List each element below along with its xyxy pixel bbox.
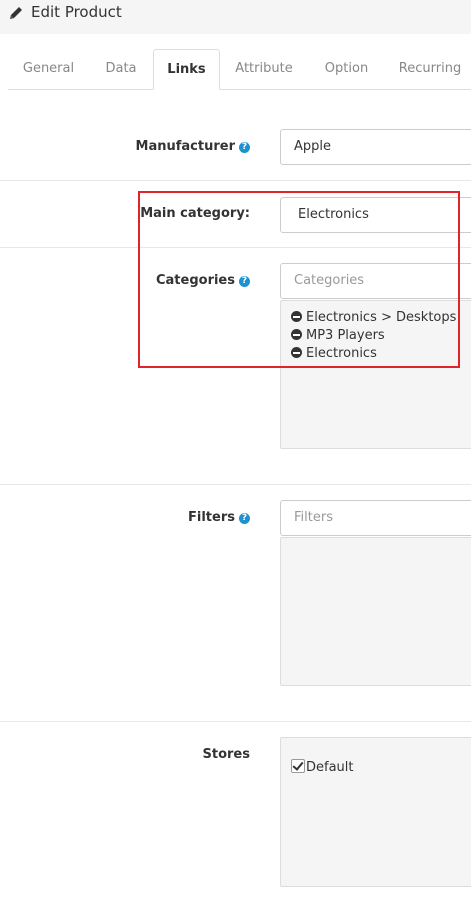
divider	[0, 484, 471, 485]
remove-icon[interactable]	[291, 311, 302, 322]
categories-input[interactable]: Categories	[280, 263, 471, 299]
categories-list: Electronics > Desktops MP3 Players Elect…	[280, 300, 471, 449]
page-title: Edit Product	[31, 3, 122, 21]
remove-icon[interactable]	[291, 329, 302, 340]
stores-label: Stores	[202, 747, 250, 762]
tab-data[interactable]: Data	[89, 49, 153, 89]
help-icon[interactable]: ?	[239, 276, 250, 287]
tab-links[interactable]: Links	[153, 49, 220, 90]
tab-bar: General Data Links Attribute Option Recu…	[8, 49, 471, 90]
stores-list: Default	[280, 737, 471, 887]
list-item: Electronics	[291, 346, 377, 361]
divider	[0, 247, 471, 248]
manufacturer-label: Manufacturer?	[136, 139, 250, 154]
pencil-icon	[10, 7, 22, 19]
divider	[0, 721, 471, 722]
tab-general[interactable]: General	[8, 49, 89, 89]
tab-option[interactable]: Option	[308, 49, 385, 89]
divider	[0, 180, 471, 181]
list-item: Electronics > Desktops	[291, 310, 456, 325]
tab-attribute[interactable]: Attribute	[220, 49, 308, 89]
main-category-input[interactable]: Electronics	[280, 197, 471, 233]
tab-recurring[interactable]: Recurring	[385, 49, 471, 89]
categories-label: Categories?	[156, 273, 250, 288]
filters-label: Filters?	[188, 510, 250, 525]
filters-list	[280, 537, 471, 686]
store-option[interactable]: Default	[291, 759, 354, 775]
manufacturer-input[interactable]: Apple	[280, 129, 471, 165]
list-item: MP3 Players	[291, 328, 385, 343]
checkbox[interactable]	[291, 759, 305, 773]
help-icon[interactable]: ?	[239, 142, 250, 153]
help-icon[interactable]: ?	[239, 513, 250, 524]
filters-input[interactable]: Filters	[280, 500, 471, 536]
panel-heading: Edit Product	[0, 0, 471, 34]
remove-icon[interactable]	[291, 347, 302, 358]
main-category-label: Main category:	[140, 206, 250, 221]
